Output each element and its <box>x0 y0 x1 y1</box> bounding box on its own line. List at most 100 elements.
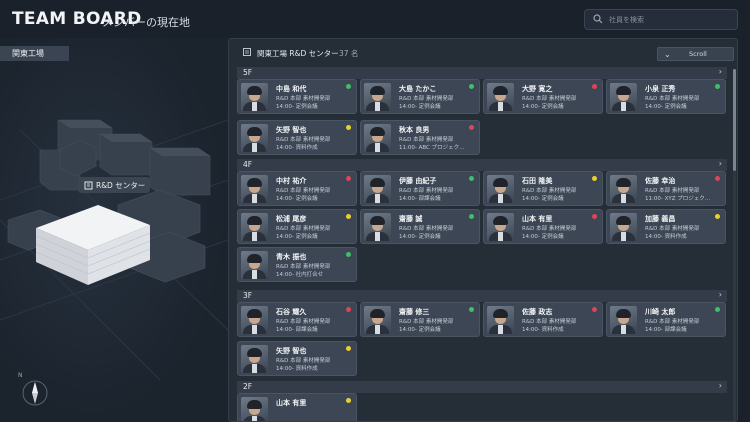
member-card[interactable]: 佐藤 幸治 R&D 本部 素材開発部 11:00- XYZ プロジェク… <box>606 171 726 206</box>
member-photo <box>610 175 637 203</box>
floor-header-4f[interactable]: 4F › <box>237 159 727 171</box>
member-department: R&D 本部 素材開発部 <box>399 319 454 325</box>
member-department: R&D 本部 素材開発部 <box>522 226 577 232</box>
floor-label: 4F <box>243 160 253 169</box>
member-department: R&D 本部 素材開発部 <box>399 96 454 102</box>
member-card[interactable]: 石谷 耀久 R&D 本部 素材開発部 14:00- 部課会議 <box>237 302 357 337</box>
member-card[interactable]: 中村 祐介 R&D 本部 素材開発部 14:00- 定例会議 <box>237 171 357 206</box>
member-department: R&D 本部 素材開発部 <box>276 188 331 194</box>
isometric-map <box>0 119 228 381</box>
search-input[interactable] <box>609 12 733 27</box>
building-icon <box>243 48 251 56</box>
status-dot <box>469 307 474 312</box>
member-card[interactable]: 大野 寛之 R&D 本部 素材開発部 14:00- 定例会議 <box>483 79 603 114</box>
member-name: 佐藤 政志 <box>522 308 553 316</box>
member-card[interactable]: 青木 振也 R&D 本部 素材開発部 14:00- 社内打合せ <box>237 247 357 282</box>
member-card[interactable]: 川崎 太郎 R&D 本部 素材開発部 14:00- 部課会議 <box>606 302 726 337</box>
scroll-button-label: Scroll <box>689 50 707 58</box>
member-schedule: 14:00- 社内打合せ <box>276 272 324 278</box>
member-schedule: 14:00- 定例会議 <box>522 104 564 110</box>
scroll-button[interactable]: ⌄ Scroll <box>657 47 734 61</box>
member-card[interactable]: 山本 有里 R&D 本部 素材開発部 14:00- 定例会議 <box>483 209 603 244</box>
member-name: 齋藤 修三 <box>399 308 430 316</box>
member-schedule: 14:00- 定例会議 <box>522 234 564 240</box>
member-photo <box>610 306 637 334</box>
member-department: R&D 本部 素材開発部 <box>399 226 454 232</box>
status-dot <box>469 125 474 130</box>
member-schedule: 14:00- 定例会議 <box>276 104 318 110</box>
member-department: R&D 本部 素材開発部 <box>645 319 700 325</box>
status-dot <box>715 176 720 181</box>
member-schedule: 14:00- 定例会議 <box>399 234 441 240</box>
member-schedule: 14:00- 資料作成 <box>276 366 318 372</box>
status-dot <box>346 176 351 181</box>
member-schedule: 14:00- 定例会議 <box>399 104 441 110</box>
member-schedule: 14:00- 定例会議 <box>522 196 564 202</box>
member-card[interactable]: 加藤 義昌 R&D 本部 素材開発部 14:00- 資料作成 <box>606 209 726 244</box>
member-schedule: 14:00- 定例会議 <box>645 104 687 110</box>
member-photo <box>364 213 391 241</box>
member-name: 川崎 太郎 <box>645 308 676 316</box>
search-icon <box>593 14 603 24</box>
member-card[interactable]: 松浦 尾彦 R&D 本部 素材開発部 14:00- 定例会議 <box>237 209 357 244</box>
member-card[interactable]: 齋藤 誠 R&D 本部 素材開発部 14:00- 定例会議 <box>360 209 480 244</box>
status-dot <box>592 307 597 312</box>
member-photo <box>487 175 514 203</box>
status-dot <box>715 84 720 89</box>
member-name: 石谷 耀久 <box>276 308 307 316</box>
floor-header-5f[interactable]: 5F › <box>237 67 727 79</box>
member-department: R&D 本部 素材開発部 <box>645 96 700 102</box>
member-name: 石田 隆美 <box>522 177 553 185</box>
member-card[interactable]: 伊藤 由紀子 R&D 本部 素材開発部 14:00- 部課会議 <box>360 171 480 206</box>
scrollbar[interactable] <box>733 69 736 421</box>
app-subtitle: メンバーの現在地 <box>102 16 190 29</box>
member-card[interactable]: 小泉 正秀 R&D 本部 素材開発部 14:00- 定例会議 <box>606 79 726 114</box>
member-photo <box>610 213 637 241</box>
floor-header-2f[interactable]: 2F › <box>237 381 727 393</box>
member-name: 佐藤 幸治 <box>645 177 676 185</box>
member-department: R&D 本部 素材開発部 <box>276 137 331 143</box>
member-card[interactable]: 秋本 良男 R&D 本部 素材開発部 11:00- ABC プロジェク… <box>360 120 480 155</box>
member-panel: 関東工場 R&D センター 37 名 ⌄ Scroll 5F › 中島 和代 R&D … <box>228 38 738 422</box>
member-card[interactable]: 齋藤 修三 R&D 本部 素材開発部 14:00- 定例会議 <box>360 302 480 337</box>
chevron-down-icon: ⌄ <box>664 50 671 59</box>
member-name: 山本 有里 <box>522 215 553 223</box>
member-schedule: 14:00- 定例会議 <box>276 234 318 240</box>
member-photo <box>364 306 391 334</box>
member-name: 山本 有里 <box>276 399 307 407</box>
member-photo <box>364 83 391 111</box>
floor-header-3f[interactable]: 3F › <box>237 290 727 302</box>
search-box[interactable] <box>584 9 738 30</box>
member-name: 矢野 智也 <box>276 126 307 134</box>
member-card[interactable]: 佐藤 政志 R&D 本部 素材開発部 14:00- 資料作成 <box>483 302 603 337</box>
member-name: 伊藤 由紀子 <box>399 177 437 185</box>
member-department: R&D 本部 素材開発部 <box>522 96 577 102</box>
status-dot <box>715 214 720 219</box>
panel-title: 関東工場 R&D センター <box>257 49 339 58</box>
member-department: R&D 本部 素材開発部 <box>522 188 577 194</box>
status-dot <box>346 252 351 257</box>
member-card[interactable]: 矢野 智也 R&D 本部 素材開発部 14:00- 資料作成 <box>237 341 357 376</box>
member-schedule: 14:00- 部課会議 <box>276 327 318 333</box>
member-schedule: 11:00- ABC プロジェク… <box>399 145 465 151</box>
member-card[interactable]: 石田 隆美 R&D 本部 素材開発部 14:00- 定例会議 <box>483 171 603 206</box>
chevron-right-icon: › <box>718 381 722 390</box>
member-photo <box>241 397 268 421</box>
status-dot <box>346 307 351 312</box>
member-card[interactable]: 中島 和代 R&D 本部 素材開発部 14:00- 定例会議 <box>237 79 357 114</box>
building-label[interactable]: R&D センター <box>78 177 150 193</box>
member-schedule: 14:00- 資料作成 <box>522 327 564 333</box>
scrollbar-thumb[interactable] <box>733 69 736 171</box>
floor-label: 5F <box>243 68 253 77</box>
member-card[interactable]: 山本 有里 <box>237 393 357 421</box>
member-department: R&D 本部 素材開発部 <box>276 358 331 364</box>
member-card[interactable]: 大島 たかこ R&D 本部 素材開発部 14:00- 定例会議 <box>360 79 480 114</box>
member-schedule: 14:00- 資料作成 <box>645 234 687 240</box>
member-name: 小泉 正秀 <box>645 85 676 93</box>
chevron-right-icon: › <box>718 67 722 76</box>
member-card[interactable]: 矢野 智也 R&D 本部 素材開発部 14:00- 資料作成 <box>237 120 357 155</box>
panel-header: 関東工場 R&D センター 37 名 ⌄ Scroll <box>229 39 737 63</box>
member-name: 青木 振也 <box>276 253 307 261</box>
member-schedule: 14:00- 定例会議 <box>276 196 318 202</box>
member-photo <box>241 83 268 111</box>
